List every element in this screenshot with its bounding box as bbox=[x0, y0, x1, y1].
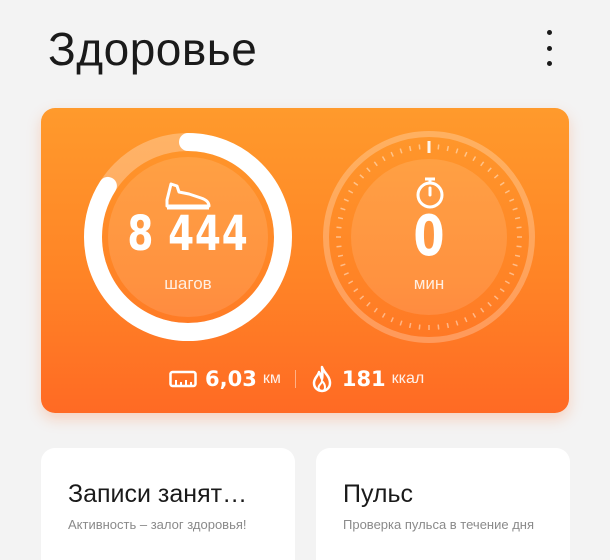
dial-tick bbox=[381, 312, 386, 318]
dial-tick bbox=[504, 189, 510, 194]
dial-tick bbox=[359, 174, 365, 179]
dial-tick bbox=[516, 226, 522, 229]
dial-tick bbox=[480, 307, 485, 313]
dial-tick bbox=[348, 189, 354, 194]
dial-tick bbox=[337, 254, 344, 258]
dial-tick bbox=[512, 263, 518, 267]
tile-subtitle: Проверка пульса в течение дня bbox=[343, 517, 535, 532]
dial-tick bbox=[336, 245, 342, 248]
steps-unit-label: шагов bbox=[164, 274, 212, 293]
dial-tick bbox=[390, 151, 394, 157]
dial-tick bbox=[509, 272, 515, 276]
minutes-unit-label: мин bbox=[413, 274, 445, 293]
dial-tick bbox=[408, 145, 412, 152]
dial-tick bbox=[418, 324, 421, 330]
dial-tick bbox=[337, 216, 344, 220]
dial-tick bbox=[437, 324, 440, 330]
dial-tick bbox=[366, 167, 371, 173]
dial-tick bbox=[472, 156, 477, 162]
dial-tick bbox=[418, 144, 421, 150]
dial-tick bbox=[343, 198, 349, 202]
calories-unit: ккал bbox=[391, 370, 425, 387]
dial-tick bbox=[464, 151, 468, 157]
ruler-icon bbox=[169, 370, 197, 388]
flame-icon bbox=[312, 365, 332, 393]
dial-tick bbox=[390, 317, 394, 323]
dial-tick bbox=[504, 280, 510, 285]
minutes-count: 0 bbox=[413, 204, 445, 269]
dial-tick bbox=[499, 288, 505, 293]
workout-records-tile[interactable]: Записи занят… Активность – залог здоровь… bbox=[41, 448, 295, 560]
page-title: Здоровье bbox=[48, 23, 258, 75]
dial-tick bbox=[493, 174, 499, 179]
distance-unit: км bbox=[262, 370, 281, 387]
dial-tick bbox=[509, 198, 515, 202]
dial-tick bbox=[516, 245, 522, 248]
dial-tick bbox=[399, 320, 403, 326]
dial-tick bbox=[499, 181, 505, 186]
dial-tick bbox=[455, 148, 459, 154]
dial-tick bbox=[487, 167, 492, 173]
heart-rate-tile[interactable]: Пульс Проверка пульса в течение дня bbox=[316, 448, 570, 560]
dial-tick bbox=[340, 263, 346, 267]
dial-tick bbox=[353, 181, 359, 186]
tile-title: Пульс bbox=[343, 480, 414, 508]
dial-tick bbox=[373, 161, 378, 167]
dial-tick bbox=[512, 207, 518, 211]
dial-tick bbox=[472, 312, 477, 318]
dial-tick bbox=[353, 288, 359, 293]
app-header: Здоровье bbox=[0, 0, 610, 100]
dial-tick bbox=[373, 307, 378, 313]
dial-tick bbox=[348, 280, 354, 285]
dial-tick bbox=[464, 317, 468, 323]
calories-value: 181 bbox=[341, 367, 386, 391]
dial-tick bbox=[399, 148, 403, 154]
dial-tick bbox=[437, 144, 440, 150]
activity-summary-card[interactable]: 8 444 шагов 0 мин 6,03 км 181 ккал bbox=[41, 108, 569, 413]
dial-tick bbox=[480, 161, 485, 167]
dial-tick bbox=[455, 320, 459, 326]
dial-tick bbox=[408, 322, 412, 329]
dial-tick bbox=[343, 272, 349, 276]
dial-tick bbox=[340, 207, 346, 211]
dial-tick bbox=[493, 295, 499, 300]
more-vertical-icon[interactable] bbox=[532, 28, 566, 68]
dial-tick bbox=[336, 226, 342, 229]
steps-count: 8 444 bbox=[127, 206, 249, 262]
distance-value: 6,03 bbox=[205, 367, 257, 391]
distance-stat: 6,03 км bbox=[169, 367, 281, 391]
dial-tick bbox=[381, 156, 386, 162]
dial-tick bbox=[446, 322, 450, 329]
calories-stat: 181 ккал bbox=[310, 365, 424, 393]
stats-divider bbox=[294, 370, 296, 388]
dial-tick bbox=[366, 301, 371, 307]
dial-tick bbox=[514, 254, 521, 258]
dial-tick bbox=[514, 216, 521, 220]
tile-title: Записи занят… bbox=[68, 480, 248, 508]
tile-subtitle: Активность – залог здоровья! bbox=[68, 517, 247, 532]
dial-tick bbox=[446, 145, 450, 152]
activity-stats-row: 6,03 км 181 ккал bbox=[169, 365, 424, 393]
dial-tick bbox=[359, 295, 365, 300]
dial-tick bbox=[487, 301, 492, 307]
